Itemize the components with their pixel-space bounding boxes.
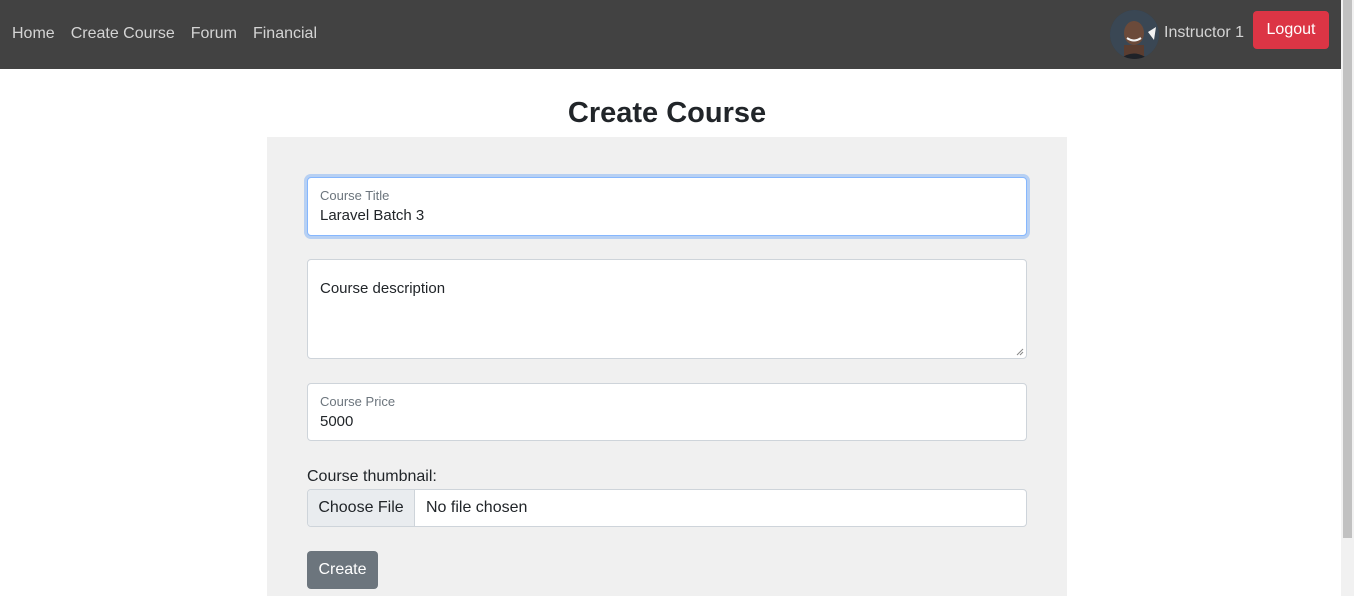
course-title-input[interactable]: Laravel Batch 3 (320, 207, 424, 224)
nav-link-create-course[interactable]: Create Course (71, 24, 175, 44)
nav-link-home[interactable]: Home (12, 24, 55, 44)
resize-handle-icon[interactable] (1016, 348, 1024, 356)
nav-link-financial[interactable]: Financial (253, 24, 317, 44)
nav-links: Home Create Course Forum Financial (12, 24, 333, 44)
course-price-label: Course Price (320, 394, 396, 409)
user-avatar-icon (1110, 10, 1159, 59)
top-navbar: Home Create Course Forum Financial Instr… (0, 0, 1341, 69)
nav-link-forum[interactable]: Forum (191, 24, 237, 44)
thumbnail-label: Course thumbnail: (307, 468, 437, 485)
course-title-label: Course Title (320, 188, 390, 203)
logout-button[interactable]: Logout (1253, 11, 1329, 49)
page-title: Create Course (567, 97, 767, 129)
scrollbar-thumb[interactable] (1343, 0, 1352, 538)
user-name[interactable]: Instructor 1 (1164, 23, 1244, 43)
thumbnail-file-input[interactable]: Choose File No file chosen (307, 489, 1027, 527)
course-price-field[interactable]: Course Price 5000 (307, 383, 1027, 441)
avatar[interactable] (1110, 10, 1159, 59)
file-status-text: No file chosen (426, 499, 528, 516)
choose-file-button[interactable]: Choose File (308, 490, 415, 526)
course-title-field[interactable]: Course Title Laravel Batch 3 (307, 177, 1027, 236)
course-price-input[interactable]: 5000 (320, 413, 353, 430)
create-button[interactable]: Create (307, 551, 378, 589)
course-description-placeholder: Course description (320, 280, 446, 297)
course-description-textarea[interactable]: Course description (307, 259, 1027, 359)
